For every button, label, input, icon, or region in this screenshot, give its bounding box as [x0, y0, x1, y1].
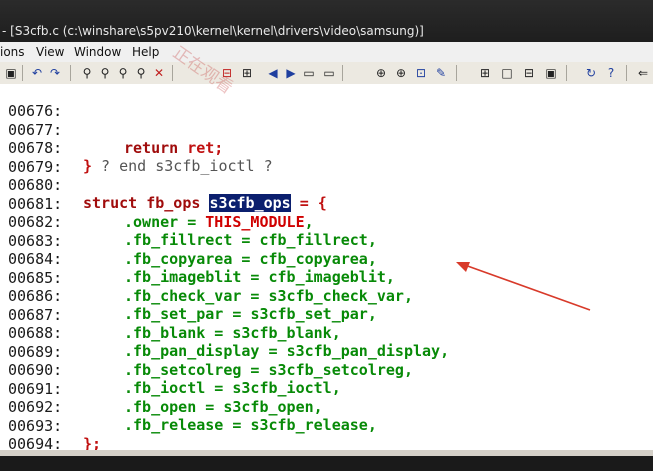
find-next-icon[interactable]: ⚲ [96, 64, 114, 82]
code-line: 00691: .fb_open = s3cfb_open, [8, 379, 323, 416]
code-line: 00678: } ? end s3cfb_ioctl ? [0, 121, 273, 175]
toolbar-separator [626, 65, 627, 81]
window-icon[interactable]: ▭ [300, 64, 318, 82]
code-line: 00682: .fb_fillrect = cfb_fillrect, [8, 213, 377, 249]
window-title: - [S3cfb.c (c:\winshare\s5pv210\kernel\k… [2, 24, 424, 38]
code-line: 00677: return ret; [0, 103, 223, 157]
menu-view[interactable]: View [36, 45, 64, 59]
macro-name: THIS_MODULE [205, 212, 305, 231]
find-prev-icon[interactable]: ⚲ [114, 64, 132, 82]
toolbar-separator [172, 65, 173, 81]
extra-icon[interactable]: ⇐ [634, 64, 652, 82]
end-comment: ? end s3cfb_ioctl ? [92, 157, 273, 175]
window-list-icon[interactable]: ▭ [320, 64, 338, 82]
forward-arrow-icon[interactable]: ▶ [282, 64, 300, 82]
code-line: 00685: .fb_check_var = s3cfb_check_var, [8, 268, 413, 305]
code-line: 00690: .fb_ioctl = s3cfb_ioctl, [8, 361, 341, 397]
code-editor[interactable]: 00676: 00677: return ret; 00678: } ? end… [0, 84, 653, 456]
code-line: 00684: .fb_imageblit = cfb_imageblit, [8, 250, 395, 286]
redo-icon[interactable]: ↷ [46, 64, 64, 82]
menu-window[interactable]: Window [74, 45, 121, 59]
save-icon[interactable]: ▣ [2, 64, 20, 82]
toolbar-separator [70, 65, 71, 81]
menu-bar: ions View Window Help [0, 42, 653, 62]
identifier: ret; [178, 138, 224, 157]
code-line: 00683: .fb_copyarea = cfb_copyarea, [8, 231, 377, 268]
window-title-bar: - [S3cfb.c (c:\winshare\s5pv210\kernel\k… [0, 0, 653, 42]
toolbar-separator [456, 65, 457, 81]
assign-open: = { [290, 194, 327, 212]
toolbar: ▣ ↶ ↷ ⚲ ⚲ ⚲ ⚲ ✕ ⊟ ⊞ ◀ ▶ ▭ ▭ ⊕ ⊕ ⊡ ✎ ⊞ □ … [0, 62, 653, 85]
selected-symbol[interactable]: s3cfb_ops [209, 194, 291, 212]
code-line: 00687: .fb_blank = s3cfb_blank, [8, 305, 341, 342]
code-line: 00688: .fb_pan_display = s3cfb_pan_displ… [8, 324, 450, 360]
toolbar-separator [566, 65, 567, 81]
project-icon[interactable]: ⊕ [392, 64, 410, 82]
menu-options[interactable]: ions [0, 45, 25, 59]
replace-icon[interactable]: ⚲ [132, 64, 150, 82]
help-cursor-icon[interactable]: ? [602, 64, 620, 82]
toolbar-separator [22, 65, 23, 81]
clear-highlight-icon[interactable]: ✕ [150, 64, 168, 82]
brace: } [83, 157, 93, 175]
refresh-icon[interactable]: ↻ [582, 64, 600, 82]
back-arrow-icon[interactable]: ◀ [264, 64, 282, 82]
symbol-icon[interactable]: ⊕ [372, 64, 390, 82]
toolbar-separator [342, 65, 343, 81]
code-line: 00676: [0, 84, 62, 120]
layout-single-icon[interactable]: □ [498, 64, 516, 82]
layout-split-icon[interactable]: ⊟ [520, 64, 538, 82]
keyword-return: return [124, 138, 179, 157]
code-line: 00679: [0, 140, 62, 176]
code-line: 00694: [0, 417, 62, 453]
menu-help[interactable]: Help [132, 45, 159, 59]
code-line: 00686: .fb_set_par = s3cfb_set_par, [8, 287, 377, 323]
undo-icon[interactable]: ↶ [28, 64, 46, 82]
code-line: 00689: .fb_setcolreg = s3cfb_setcolreg, [8, 342, 413, 379]
book-icon[interactable]: ⊡ [412, 64, 430, 82]
status-strip [0, 450, 653, 456]
type-name: fb_ops [137, 194, 210, 212]
code-line: 00692: .fb_release = s3cfb_release, [8, 398, 377, 434]
pen-icon[interactable]: ✎ [432, 64, 450, 82]
code-line: 00680: struct fb_ops s3cfb_ops = { [0, 158, 327, 212]
layout-grid-icon[interactable]: ⊞ [476, 64, 494, 82]
code-line: 00693: }; [0, 399, 101, 453]
keyword-struct: struct [83, 194, 138, 212]
layout-panel-icon[interactable]: ▣ [542, 64, 560, 82]
bookmark-icon[interactable]: ⊟ [218, 64, 236, 82]
code-line: 00681: .owner = THIS_MODULE, [8, 194, 314, 231]
find-icon[interactable]: ⚲ [78, 64, 96, 82]
jump-icon[interactable]: ⊞ [238, 64, 256, 82]
